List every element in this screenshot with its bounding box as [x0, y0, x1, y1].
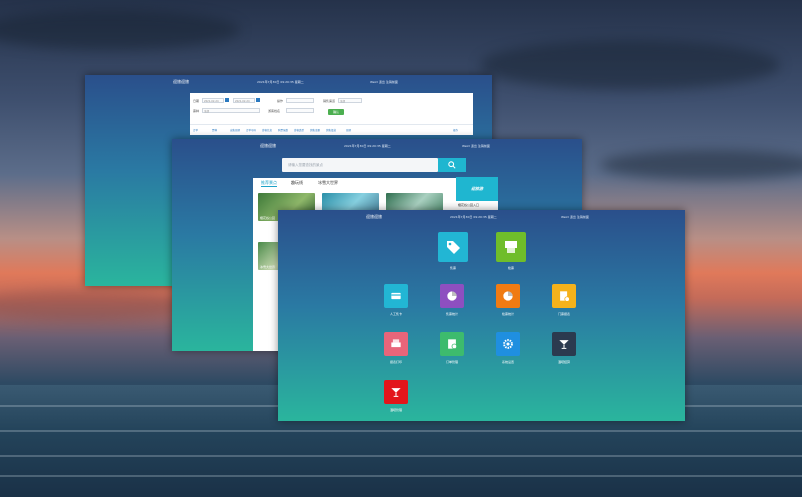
app-label: 报表打印 — [389, 360, 402, 364]
column-header: 购票张数 — [278, 129, 289, 132]
app-label: 门票报表 — [557, 312, 570, 316]
tab-ice-world[interactable]: 冰雪大世界 — [318, 180, 338, 186]
column-header: 出售日期 — [230, 129, 241, 132]
field-label: 票种 — [193, 109, 200, 113]
gear-icon — [503, 339, 513, 349]
column-header: 日期 — [346, 129, 352, 132]
app-label: 酒吧管理 — [389, 408, 402, 412]
window-user[interactable]: Welcl 退出 注销前面 — [462, 144, 490, 148]
app-tile[interactable] — [496, 284, 520, 308]
column-header: 操作 — [453, 129, 459, 132]
app-tile[interactable] — [552, 284, 576, 308]
query-button[interactable]: 确认 — [328, 109, 344, 115]
dashboard-window[interactable]: 迎旅迎旅 2021年7月30日 09:20:35 星期二 Welcl 退出 注销… — [278, 210, 685, 421]
ticket-type-select[interactable]: 全部 — [202, 108, 260, 113]
calendar-icon[interactable] — [256, 98, 260, 102]
app-label: 检票统计 — [501, 312, 514, 316]
window-user[interactable]: Welcl 退出 注销前面 — [370, 80, 398, 84]
app-tile[interactable] — [440, 284, 464, 308]
ticket-machine-icon — [505, 241, 517, 253]
app-tile[interactable] — [496, 332, 520, 356]
visitor-name-input[interactable] — [286, 108, 314, 113]
window-datetime: 2021年7月30日 09:20:35 星期二 — [344, 144, 391, 148]
field-label: 操作 — [277, 99, 284, 103]
cloud — [600, 150, 802, 180]
cloud — [0, 290, 190, 320]
cloud — [480, 40, 780, 90]
app-tile[interactable] — [438, 232, 468, 262]
app-tile[interactable] — [384, 284, 408, 308]
app-label: 检票 — [507, 266, 514, 270]
window-user[interactable]: Welcl 退出 注销前面 — [561, 215, 589, 219]
search-icon — [448, 161, 456, 169]
cocktail-icon — [391, 388, 401, 397]
calendar-icon[interactable] — [225, 98, 229, 102]
side-panel: 迎旅游 樱花谷公园入口 — [456, 177, 498, 213]
app-tile[interactable] — [440, 332, 464, 356]
brand-logo: 迎旅游 — [456, 177, 498, 201]
card-icon — [391, 292, 401, 300]
date-end-input[interactable]: 2021-02-24 — [233, 98, 255, 103]
app-tile[interactable] — [384, 380, 408, 404]
side-caption: 樱花谷公园入口 — [458, 203, 480, 207]
date-start-input[interactable]: 2021-02-24 — [202, 98, 224, 103]
app-tile[interactable] — [496, 232, 526, 262]
window-datetime: 2021年7月30日 09:20:35 星期二 — [450, 215, 497, 219]
column-header: 游客信息 — [262, 129, 273, 132]
field-label: 销售渠道 — [323, 99, 336, 103]
report-icon — [560, 291, 570, 302]
column-header: 订单号码 — [246, 129, 257, 132]
column-header: 销售渠道 — [326, 129, 337, 132]
window-datetime: 2021年7月30日 09:20:35 星期二 — [257, 80, 304, 84]
app-label: 售票统计 — [445, 312, 458, 316]
field-label: 游客姓名 — [268, 109, 281, 113]
column-header: 游客类型 — [294, 129, 305, 132]
app-label: 人工售卡 — [389, 312, 402, 316]
window-title: 迎旅迎旅 — [260, 143, 276, 148]
search-input[interactable]: 请输入您要查找的景点 — [282, 158, 438, 172]
app-label: 订单管理 — [445, 360, 458, 364]
tab-recommended[interactable]: 推荐景点 — [261, 180, 277, 187]
window-title: 迎旅迎旅 — [366, 214, 382, 219]
app-tile[interactable] — [384, 332, 408, 356]
cocktail-icon — [559, 340, 569, 349]
app-label: 系统设置 — [501, 360, 514, 364]
search-button[interactable] — [438, 158, 466, 172]
pie-chart-icon — [503, 291, 513, 301]
operator-input[interactable] — [286, 98, 314, 103]
app-label: 售票 — [449, 266, 456, 270]
cloud — [0, 10, 240, 50]
printer-icon — [391, 339, 401, 348]
column-header: 订单 — [193, 129, 199, 132]
channel-select[interactable]: 全部 — [338, 98, 362, 103]
pie-chart-icon — [447, 291, 457, 301]
column-header: 销售金额 — [310, 129, 321, 132]
column-header: 票种 — [212, 129, 218, 132]
app-tile[interactable] — [552, 332, 576, 356]
window-title: 迎旅迎旅 — [173, 79, 189, 84]
table-header: 订单 票种 出售日期 订单号码 游客信息 购票张数 游客类型 销售金额 销售渠道… — [190, 124, 473, 135]
app-label: 酒吧结算 — [557, 360, 570, 364]
order-icon — [448, 339, 458, 350]
field-label: 日期 — [193, 99, 200, 103]
tag-icon — [447, 241, 460, 254]
tab-fun-route[interactable]: 趣玩线 — [291, 180, 303, 186]
